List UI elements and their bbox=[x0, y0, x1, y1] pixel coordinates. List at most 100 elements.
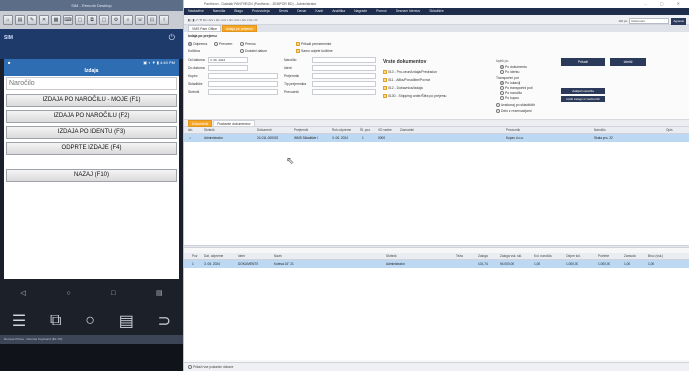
toolbar-icons[interactable]: ◧ ◨ ⤺ ⟲ Izv ▪ Izv ▪ Izv ▪ Izv ▪ Izv ▪ Iz… bbox=[188, 18, 258, 22]
column-header[interactable]: Prevoznik bbox=[506, 127, 520, 134]
home-icon[interactable]: ⌂ bbox=[3, 15, 13, 25]
splitter[interactable] bbox=[184, 245, 689, 248]
doc-type-check[interactable]: 010 - Pro-ceun/Izdaja/Predračun bbox=[383, 70, 437, 74]
window-icon-2[interactable]: ▢ bbox=[99, 15, 109, 25]
tab-document-items[interactable]: Postavke dokumentov bbox=[213, 120, 255, 127]
settings-icon[interactable]: ⚙ bbox=[111, 15, 121, 25]
close-orders-button[interactable]: Zaključi naročila bbox=[561, 88, 605, 94]
column-header[interactable]: Skrbnik bbox=[204, 127, 215, 134]
user-button[interactable]: Agnesis bbox=[671, 17, 686, 25]
print-option[interactable]: Po lokaciji bbox=[500, 81, 520, 85]
column-header[interactable]: Teža bbox=[456, 253, 463, 260]
back-button[interactable]: NAZAJ (F10) bbox=[6, 169, 177, 182]
column-header[interactable]: Bruc (vsk.) bbox=[648, 253, 663, 260]
order-search-input[interactable]: Naročilo bbox=[6, 77, 177, 90]
print-option[interactable]: Po dokumentu bbox=[500, 65, 527, 69]
print-option[interactable]: Po identu bbox=[500, 70, 519, 74]
show-all-items-check[interactable]: Prikaži vse postavke dobave bbox=[188, 365, 233, 369]
row-check[interactable]: ✓ bbox=[189, 134, 192, 142]
radio-receive[interactable]: Prevzem bbox=[214, 42, 232, 46]
calc-by-warehouse-check[interactable]: Izračunaj po skladiščih bbox=[496, 103, 535, 107]
menu-item[interactable]: Skladišče bbox=[429, 8, 444, 15]
column-header[interactable]: Rok odpreme bbox=[332, 127, 351, 134]
column-header[interactable]: Opis bbox=[666, 127, 673, 134]
column-header[interactable]: Naročilo bbox=[594, 127, 606, 134]
date-to-input[interactable] bbox=[208, 65, 248, 71]
column-header[interactable]: Zaloga vsk. skl. bbox=[500, 253, 522, 260]
column-header[interactable]: Odpre kol. bbox=[566, 253, 581, 260]
tab-issue[interactable]: Izdaja po prejemu bbox=[222, 25, 257, 32]
column-header[interactable]: Zaznamki bbox=[400, 127, 414, 134]
customer-input[interactable] bbox=[208, 73, 278, 79]
window-icon[interactable]: ▢ bbox=[75, 15, 85, 25]
edit-icon[interactable]: ✎ bbox=[27, 15, 37, 25]
window-controls[interactable]: – ▢ ✕ bbox=[644, 0, 686, 8]
print-stock-button[interactable]: Izpiši zalogo iz nadzornih bbox=[561, 96, 605, 102]
menu-item[interactable]: Denar bbox=[297, 8, 306, 15]
phone-icon[interactable]: ☏ bbox=[135, 15, 145, 25]
home-nav-icon[interactable]: ○ bbox=[66, 290, 70, 297]
menu-item[interactable]: Servis bbox=[279, 8, 288, 15]
manager-input[interactable] bbox=[208, 89, 278, 95]
search-by-select[interactable]: Dokument bbox=[629, 18, 670, 24]
menu-item[interactable]: Naročila bbox=[213, 8, 225, 15]
lock-icon[interactable]: ⊡ bbox=[147, 15, 157, 25]
show-button[interactable]: Prikaži bbox=[561, 58, 605, 66]
issue-by-order-mine-button[interactable]: IZDAJA PO NAROČILU - MOJE (F1) bbox=[6, 94, 177, 107]
reservations-check[interactable]: Delo z rezervacijami bbox=[496, 109, 532, 113]
menu-item[interactable]: Nagrade bbox=[354, 8, 367, 15]
column-header[interactable]: VD vsebe bbox=[378, 127, 392, 134]
print-option[interactable]: Po transportni poti bbox=[500, 86, 533, 90]
column-header[interactable]: Ident bbox=[238, 253, 245, 260]
receiver-input[interactable] bbox=[312, 73, 376, 79]
menu-item[interactable]: Analitika bbox=[332, 8, 345, 15]
menu-item[interactable]: Seznam Identov bbox=[396, 8, 421, 15]
column-header[interactable]: Prejemnik bbox=[294, 127, 308, 134]
extra-date-check[interactable]: Dodatni datum bbox=[240, 49, 267, 53]
delete-button[interactable]: Izbriši bbox=[610, 58, 646, 66]
menu-icon[interactable]: ☰ bbox=[12, 311, 26, 331]
show-receivers-check[interactable]: Prikaži prevzemnike bbox=[296, 42, 331, 46]
menu-item[interactable]: Blago bbox=[234, 8, 243, 15]
column-header[interactable]: Zaloga bbox=[478, 253, 488, 260]
radio-transfer[interactable]: Prenos bbox=[240, 42, 256, 46]
copy-icon[interactable]: ⧉ bbox=[87, 15, 97, 25]
ident-input[interactable] bbox=[312, 65, 376, 71]
column-header[interactable]: Skrbnik bbox=[386, 253, 397, 260]
menu-item[interactable]: Pomoč bbox=[376, 8, 387, 15]
back-nav-icon[interactable]: ◁ bbox=[20, 289, 25, 297]
recents-nav-icon[interactable]: □ bbox=[111, 290, 115, 297]
column-header[interactable]: Zamuda bbox=[624, 253, 636, 260]
power-icon[interactable]: ⏻ bbox=[169, 33, 175, 43]
folder-icon[interactable]: ▤ bbox=[15, 15, 25, 25]
print-option[interactable]: Po naročilu bbox=[500, 91, 522, 95]
column-header[interactable]: Kol. naročila bbox=[534, 253, 552, 260]
menu-item[interactable]: Kadri bbox=[315, 8, 323, 15]
issue-by-ident-button[interactable]: IZDAJA PO IDENTU (F3) bbox=[6, 126, 177, 139]
tab-office[interactable]: VMS Pam Office bbox=[188, 25, 221, 32]
print-option[interactable]: Po kupcu bbox=[500, 96, 519, 100]
column-header[interactable]: Št. poz. bbox=[360, 127, 371, 134]
grid-icon[interactable]: ▦ bbox=[51, 15, 61, 25]
keyboard-icon[interactable]: ⌨ bbox=[63, 15, 73, 25]
open-qty-check[interactable]: Samo odprte količine bbox=[296, 49, 333, 53]
radio-dispatch[interactable]: Odprema bbox=[188, 42, 207, 46]
doc-type-check[interactable]: 0130 - Shipping order/Šifra po prejemu bbox=[383, 94, 446, 98]
table-row[interactable]: 1 3. 06. 2024 DOKUMENTS Kolesa 24" 21 Ad… bbox=[184, 260, 689, 268]
column-header[interactable]: Dokument bbox=[257, 127, 272, 134]
circle-icon[interactable]: ○ bbox=[85, 312, 95, 330]
menu-item[interactable]: Nastavitve bbox=[188, 8, 204, 15]
carrier-input[interactable] bbox=[312, 89, 376, 95]
warehouse-input[interactable] bbox=[208, 81, 278, 87]
search-icon[interactable]: ⌕ bbox=[123, 15, 133, 25]
info-icon[interactable]: i bbox=[159, 15, 169, 25]
order-input[interactable] bbox=[312, 57, 376, 63]
issue-by-order-button[interactable]: IZDAJA PO NAROČILU (F2) bbox=[6, 110, 177, 123]
close-icon[interactable]: ✕ bbox=[39, 15, 49, 25]
column-header[interactable]: Potrebe bbox=[598, 253, 609, 260]
column-header[interactable]: Poz bbox=[192, 253, 198, 260]
return-icon[interactable]: ⊃ bbox=[158, 311, 171, 331]
table-row[interactable]: ✓ Administrator 24-011-000002 WMS Skladi… bbox=[184, 134, 689, 142]
menu-nav-icon[interactable]: ▤ bbox=[156, 289, 163, 297]
column-header[interactable]: Dat. odpreme bbox=[204, 253, 223, 260]
